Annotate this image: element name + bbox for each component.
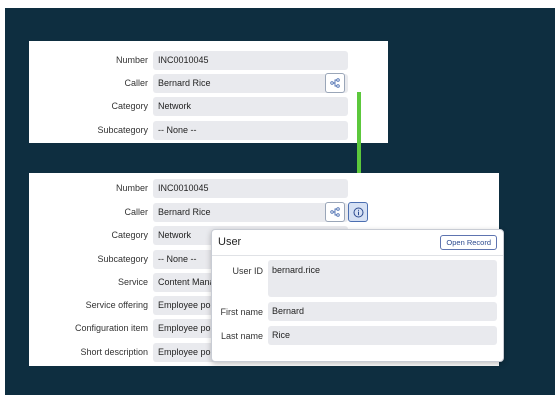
info-icon — [353, 207, 363, 217]
field-label: Short description — [80, 347, 148, 357]
arrow-shaft — [357, 92, 361, 178]
field-label: Caller — [124, 78, 148, 88]
top-form-panel: Number INC0010045 Caller Bernard Rice Ca… — [29, 41, 388, 143]
hierarchy-icon — [330, 207, 340, 217]
preview-record-button[interactable] — [348, 202, 368, 222]
show-related-button[interactable] — [325, 202, 345, 222]
category-field[interactable]: Network — [153, 97, 348, 116]
field-label: Number — [115, 183, 148, 193]
field-label: Caller — [124, 207, 148, 217]
hierarchy-icon — [330, 78, 340, 88]
form-row-number: Number INC0010045 — [29, 51, 388, 70]
caller-field[interactable]: Bernard Rice — [153, 74, 348, 93]
last-name-field: Rice — [268, 326, 497, 345]
caller-field[interactable]: Bernard Rice — [153, 203, 348, 222]
field-label: Last name — [220, 331, 263, 341]
field-label: Subcategory — [97, 254, 148, 264]
form-row-number: Number INC0010045 — [29, 179, 499, 198]
form-row-caller: Caller Bernard Rice — [29, 203, 499, 222]
open-record-button[interactable]: Open Record — [440, 235, 497, 250]
field-label: Configuration item — [74, 323, 148, 333]
field-label: User ID — [232, 266, 263, 276]
number-field[interactable]: INC0010045 — [153, 179, 348, 198]
field-label: Category — [111, 230, 148, 240]
field-label: Service — [117, 277, 148, 287]
field-label: First name — [220, 307, 263, 317]
user-preview-popup: User Open Record User ID bernard.rice Fi… — [211, 229, 504, 362]
field-label: Number — [115, 55, 148, 65]
popup-title: User — [218, 236, 242, 248]
field-label: Subcategory — [97, 125, 148, 135]
show-related-button[interactable] — [325, 73, 345, 93]
divider — [212, 255, 503, 256]
form-row-subcategory: Subcategory -- None -- — [29, 121, 388, 140]
number-field[interactable]: INC0010045 — [153, 51, 348, 70]
subcategory-field[interactable]: -- None -- — [153, 121, 348, 140]
field-label: Service offering — [85, 300, 148, 310]
user-id-field: bernard.rice — [268, 260, 497, 297]
field-label: Category — [111, 101, 148, 111]
first-name-field: Bernard — [268, 302, 497, 321]
form-row-category: Category Network — [29, 97, 388, 116]
